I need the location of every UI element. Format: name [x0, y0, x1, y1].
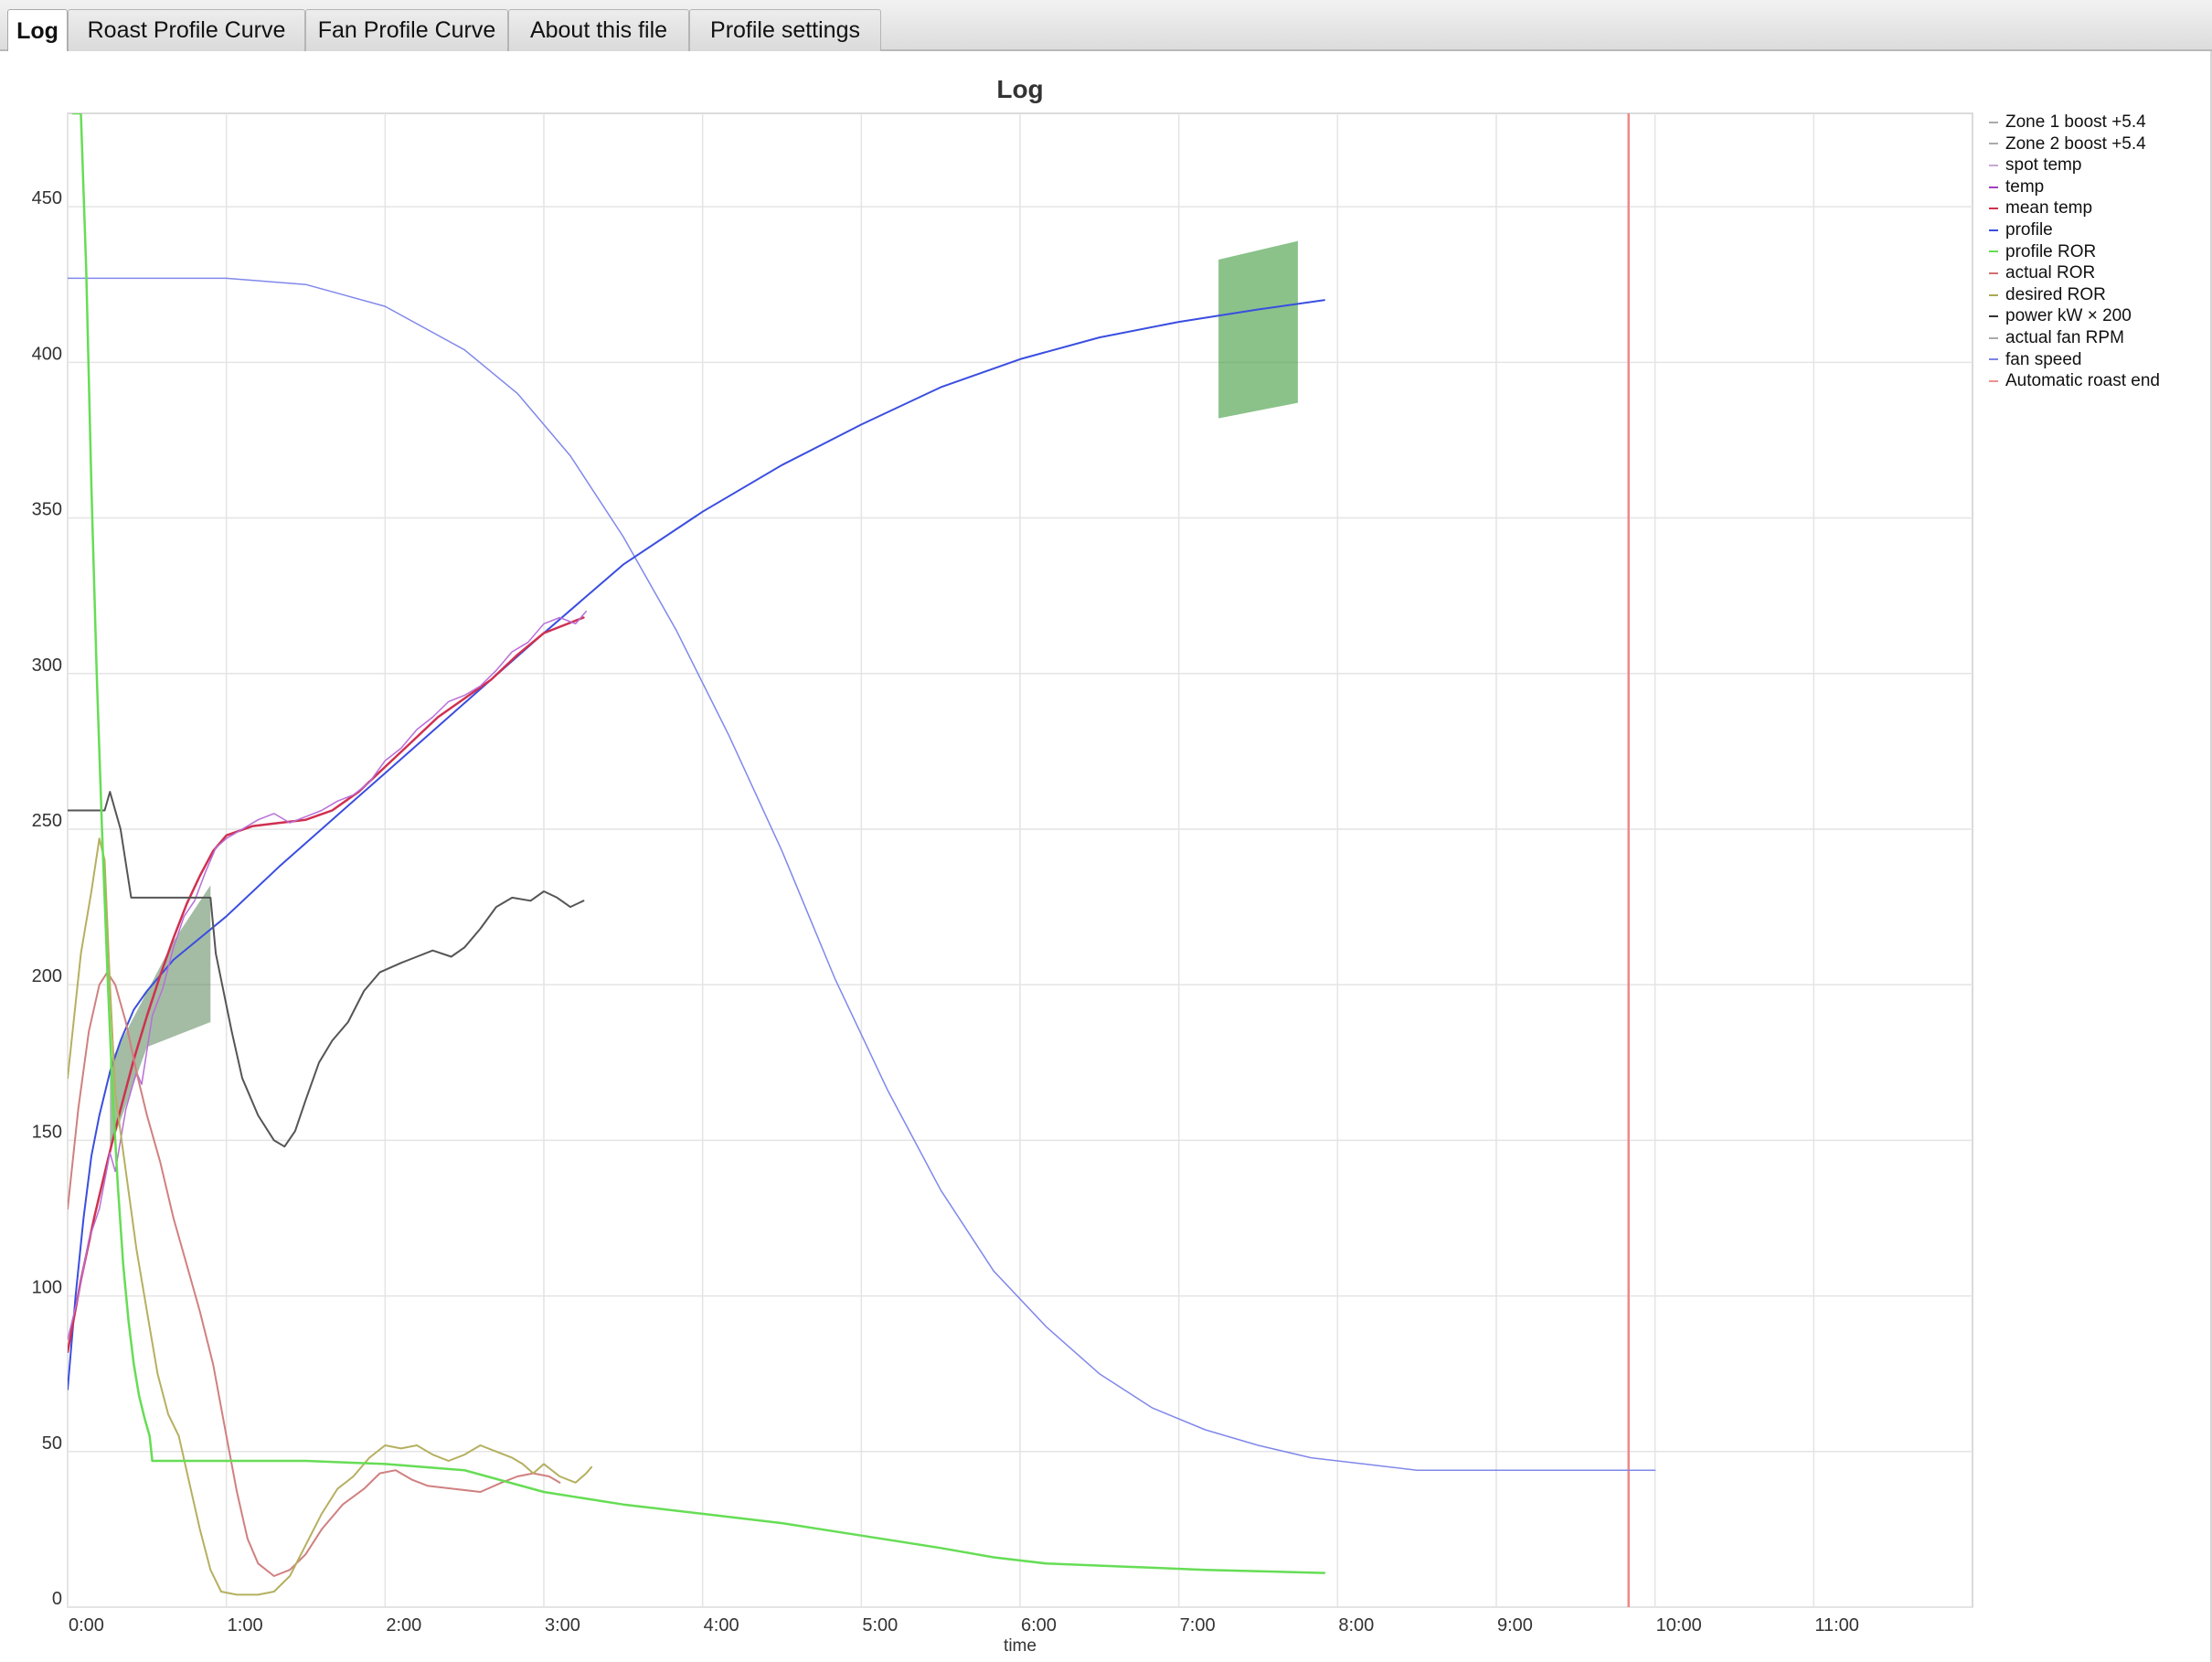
tab-profile-settings[interactable]: Profile settings: [689, 9, 881, 51]
legend-item: Automatic roast end: [1989, 370, 2160, 392]
legend-label: actual ROR: [2005, 263, 2096, 283]
legend-item: temp: [1989, 176, 2160, 198]
x-tick-label: 9:00: [1497, 1615, 1533, 1635]
y-tick-label: 50: [42, 1433, 62, 1454]
legend-item: profile: [1989, 219, 2160, 241]
legend-swatch: [1989, 379, 1998, 382]
legend-label: desired ROR: [2005, 284, 2106, 304]
legend-label: profile: [2005, 219, 2053, 240]
grid-lines: [67, 112, 1973, 1608]
legend-item: spot temp: [1989, 154, 2160, 176]
x-tick-label: 2:00: [386, 1615, 421, 1635]
legend-swatch: [1989, 208, 1998, 210]
y-tick-label: 350: [32, 500, 62, 520]
legend-swatch: [1989, 358, 1998, 361]
legend-label: Automatic roast end: [2005, 371, 2160, 391]
y-tick-label: 150: [32, 1122, 62, 1142]
x-axis-ticks: 0:00 1:00 2:00 3:00 4:00 5:00 6:00 7:00 8:00 9:00…: [69, 1615, 1859, 1635]
y-tick-label: 0: [52, 1589, 62, 1609]
x-tick-label: 3:00: [545, 1615, 580, 1635]
y-tick-label: 100: [32, 1278, 62, 1298]
ror-bands: [110, 113, 1630, 1607]
series-line-spot-temp: [68, 610, 588, 1340]
legend-label: actual fan RPM: [2005, 327, 2124, 347]
legend-item: fan speed: [1989, 349, 2160, 371]
legend-item: desired ROR: [1989, 284, 2160, 306]
series-line-power-kw-200: [68, 791, 585, 1148]
tab-fan-profile-curve[interactable]: Fan Profile Curve: [305, 9, 508, 51]
ror-band: [1218, 240, 1298, 419]
legend-item: actual ROR: [1989, 262, 2160, 284]
x-tick-label: 6:00: [1021, 1615, 1057, 1635]
series-line-desired-ror: [68, 837, 593, 1596]
legend-label: mean temp: [2005, 198, 2093, 218]
legend-label: Zone 1 boost +5.4: [2005, 112, 2146, 132]
y-tick-label: 300: [32, 655, 62, 676]
legend-item: actual fan RPM: [1989, 327, 2160, 349]
series-line-profile-ror: [71, 113, 1326, 1574]
x-tick-label: 11:00: [1814, 1615, 1859, 1635]
x-tick-label: 5:00: [862, 1615, 898, 1635]
legend-swatch: [1989, 229, 1998, 231]
legend-label: profile ROR: [2005, 241, 2097, 261]
tab-roast-profile-curve[interactable]: Roast Profile Curve: [68, 9, 305, 51]
x-tick-label: 7:00: [1180, 1615, 1216, 1635]
legend-swatch: [1989, 336, 1998, 339]
legend-item: power kW × 200: [1989, 305, 2160, 327]
legend-swatch: [1989, 121, 1998, 123]
legend-swatch: [1989, 143, 1998, 145]
legend-label: temp: [2005, 176, 2045, 197]
tab-log[interactable]: Log: [7, 9, 68, 53]
tab-bar: Log Roast Profile Curve Fan Profile Curv…: [0, 0, 2212, 53]
log-panel: Log 0:00 1:00 2:00 3:00 4:00 5:00 6:00 7:00 8:00…: [0, 51, 2212, 1662]
legend-item: profile ROR: [1989, 241, 2160, 263]
tab-about-this-file[interactable]: About this file: [508, 9, 689, 51]
y-axis-ticks: 0 50 100 150 200 250 300 350 400 450: [32, 188, 62, 1609]
chart-title: Log: [996, 75, 1043, 103]
x-axis-label: time: [1004, 1636, 1037, 1656]
legend-swatch: [1989, 272, 1998, 274]
legend-swatch: [1989, 315, 1998, 318]
y-tick-label: 400: [32, 344, 62, 364]
x-tick-label: 1:00: [228, 1615, 263, 1635]
x-tick-label: 8:00: [1338, 1615, 1374, 1635]
legend-swatch: [1989, 293, 1998, 296]
legend-item: Zone 2 boost +5.4: [1989, 133, 2160, 155]
legend-item: Zone 1 boost +5.4: [1989, 112, 2160, 133]
legend-swatch: [1989, 250, 1998, 253]
y-tick-label: 450: [32, 188, 62, 208]
legend-label: power kW × 200: [2005, 306, 2132, 326]
x-tick-label: 4:00: [704, 1615, 739, 1635]
legend-item: mean temp: [1989, 197, 2160, 219]
x-tick-label: 10:00: [1656, 1615, 1702, 1635]
series-line-profile: [68, 299, 1325, 1390]
y-tick-label: 250: [32, 811, 62, 831]
legend-label: fan speed: [2005, 349, 2082, 369]
y-tick-label: 200: [32, 966, 62, 986]
legend-swatch: [1989, 186, 1998, 188]
chart-legend: Zone 1 boost +5.4 Zone 2 boost +5.4 spot t…: [1989, 112, 2160, 392]
legend-label: Zone 2 boost +5.4: [2005, 133, 2146, 154]
log-chart: Log 0:00 1:00 2:00 3:00 4:00 5:00 6:00 7:00 8:00…: [32, 75, 1973, 1656]
legend-label: spot temp: [2005, 155, 2082, 176]
legend-swatch: [1989, 164, 1998, 166]
x-tick-label: 0:00: [69, 1615, 104, 1635]
